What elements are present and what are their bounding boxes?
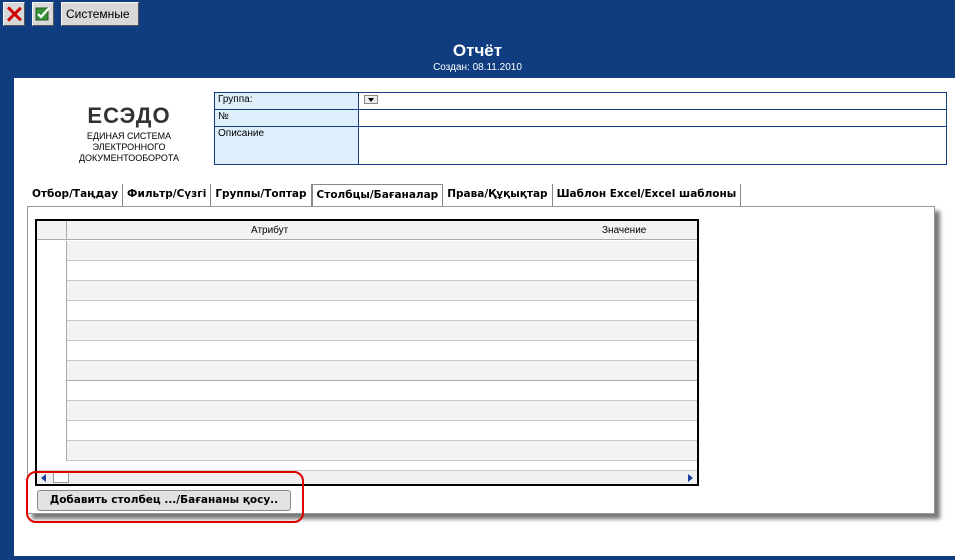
- group-label: Группа:: [214, 92, 359, 110]
- close-icon: [7, 5, 21, 23]
- description-field[interactable]: [358, 126, 947, 165]
- scroll-right-icon[interactable]: [688, 474, 693, 482]
- tab-excel-template[interactable]: Шаблон Excel/Excel шаблоны: [553, 184, 742, 206]
- logo-line-3: ДОКУМЕНТООБОРОТА: [78, 153, 180, 163]
- logo: ЕСЭДО ЕДИНАЯ СИСТЕМА ЭЛЕКТРОННОГО ДОКУМЕ…: [54, 103, 204, 164]
- logo-line-1: ЕДИНАЯ СИСТЕМА: [86, 131, 172, 141]
- column-header-attribute[interactable]: Атрибут: [251, 225, 288, 236]
- tab-permissions[interactable]: Права/Құқықтар: [443, 184, 553, 206]
- table-row[interactable]: [37, 321, 697, 341]
- grid-header: Атрибут Значение: [37, 221, 697, 240]
- table-row[interactable]: [37, 381, 697, 401]
- tab-columns[interactable]: Столбцы/Бағаналар: [311, 184, 444, 207]
- toolbar: Системные: [0, 0, 955, 30]
- table-row[interactable]: [37, 341, 697, 361]
- tab-bar: Отбор/Таңдау Фильтр/Сүзгі Группы/Топтар …: [28, 184, 742, 207]
- column-header-value[interactable]: Значение: [602, 225, 646, 236]
- logo-subtitle: ЕДИНАЯ СИСТЕМА ЭЛЕКТРОННОГО ДОКУМЕНТООБО…: [54, 131, 204, 164]
- number-field[interactable]: [358, 109, 947, 127]
- checkmark-icon: [35, 7, 50, 21]
- table-row[interactable]: [37, 441, 697, 461]
- table-row[interactable]: [37, 301, 697, 321]
- table-row[interactable]: [37, 261, 697, 281]
- table-row[interactable]: [37, 361, 697, 381]
- report-properties-form: Группа: № Описание: [214, 92, 947, 165]
- logo-title: ЕСЭДО: [87, 103, 171, 128]
- grid-rows: [37, 241, 697, 461]
- confirm-button[interactable]: [32, 2, 54, 26]
- tab-groups[interactable]: Группы/Топтар: [211, 184, 312, 206]
- group-field[interactable]: [358, 92, 947, 110]
- grid-corner: [37, 221, 67, 240]
- page-title: Отчёт: [452, 41, 503, 60]
- title-bar: Отчёт Создан: 08.11.2010: [0, 37, 955, 77]
- highlight-annotation: [26, 471, 304, 523]
- group-dropdown[interactable]: [364, 94, 378, 104]
- created-date: Создан: 08.11.2010: [433, 62, 522, 73]
- number-label: №: [214, 109, 359, 127]
- tab-filter[interactable]: Фильтр/Сүзгі: [123, 184, 212, 206]
- table-row[interactable]: [37, 241, 697, 261]
- columns-grid[interactable]: Атрибут Значение: [35, 219, 699, 486]
- columns-tab-panel: Атрибут Значение Добавить столбец .../Ба…: [27, 206, 935, 514]
- table-row[interactable]: [37, 401, 697, 421]
- description-label: Описание: [214, 126, 359, 165]
- table-row[interactable]: [37, 281, 697, 301]
- table-row[interactable]: [37, 421, 697, 441]
- close-button[interactable]: [3, 2, 25, 26]
- logo-line-2: ЭЛЕКТРОННОГО: [92, 142, 166, 152]
- tab-filter-selection[interactable]: Отбор/Таңдау: [28, 184, 124, 206]
- system-menu-button[interactable]: Системные: [61, 2, 139, 26]
